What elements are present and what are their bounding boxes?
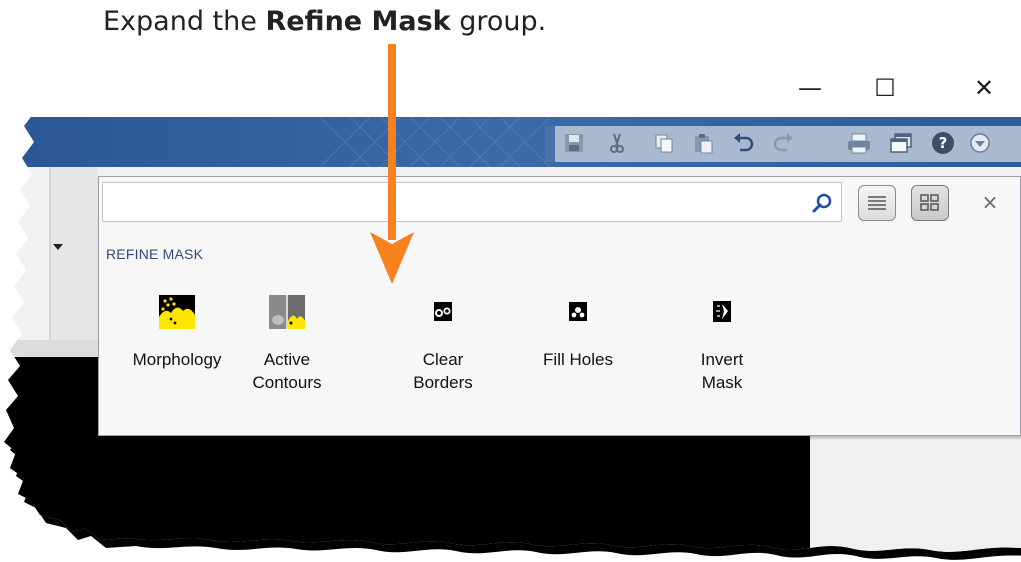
minimize-button[interactable]: — <box>790 70 830 106</box>
fill-holes-button[interactable]: Fill Holes <box>523 295 633 425</box>
cut-icon[interactable] <box>604 130 630 156</box>
copy-icon[interactable] <box>651 130 677 156</box>
redo-icon[interactable] <box>770 130 796 156</box>
fill-holes-icon <box>569 302 587 321</box>
paste-icon[interactable] <box>690 130 716 156</box>
active-contours-label: Active Contours <box>252 350 322 392</box>
invert-mask-label: Invert Mask <box>700 350 744 392</box>
clear-borders-icon <box>434 302 452 321</box>
pointer-arrow <box>370 44 414 284</box>
active-contours-button[interactable]: Active Contours <box>232 295 342 425</box>
save-icon[interactable] <box>561 130 587 156</box>
fill-holes-label: Fill Holes <box>543 350 613 369</box>
windows-icon[interactable] <box>888 130 914 156</box>
invert-mask-button[interactable]: Invert Mask <box>667 295 777 425</box>
clear-borders-button[interactable]: Clear Borders <box>388 295 498 425</box>
invert-mask-icon <box>713 301 731 322</box>
search-box <box>102 182 842 222</box>
list-view-button[interactable] <box>858 185 896 221</box>
close-window-button[interactable]: ✕ <box>964 70 1004 106</box>
active-contours-icon <box>269 295 305 329</box>
print-icon[interactable] <box>846 130 872 156</box>
group-title: REFINE MASK <box>106 246 204 262</box>
menu-icon[interactable] <box>967 130 993 156</box>
morphology-icon <box>159 295 195 329</box>
morphology-label: Morphology <box>132 350 222 369</box>
refine-mask-popup: × REFINE MASK Morphology Active Contours <box>98 176 1021 436</box>
grid-view-button[interactable] <box>911 185 949 221</box>
grid-view-icon <box>920 194 939 211</box>
search-input[interactable] <box>103 183 841 221</box>
list-view-icon <box>868 196 886 210</box>
help-icon[interactable]: ? <box>930 130 956 156</box>
search-icon[interactable] <box>811 192 833 214</box>
undo-icon[interactable] <box>731 130 757 156</box>
clear-borders-label: Clear Borders <box>413 350 473 392</box>
svg-text:?: ? <box>939 134 948 152</box>
maximize-button[interactable]: ☐ <box>865 70 905 106</box>
morphology-button[interactable]: Morphology <box>122 295 232 425</box>
close-popup-button[interactable]: × <box>977 189 1003 215</box>
